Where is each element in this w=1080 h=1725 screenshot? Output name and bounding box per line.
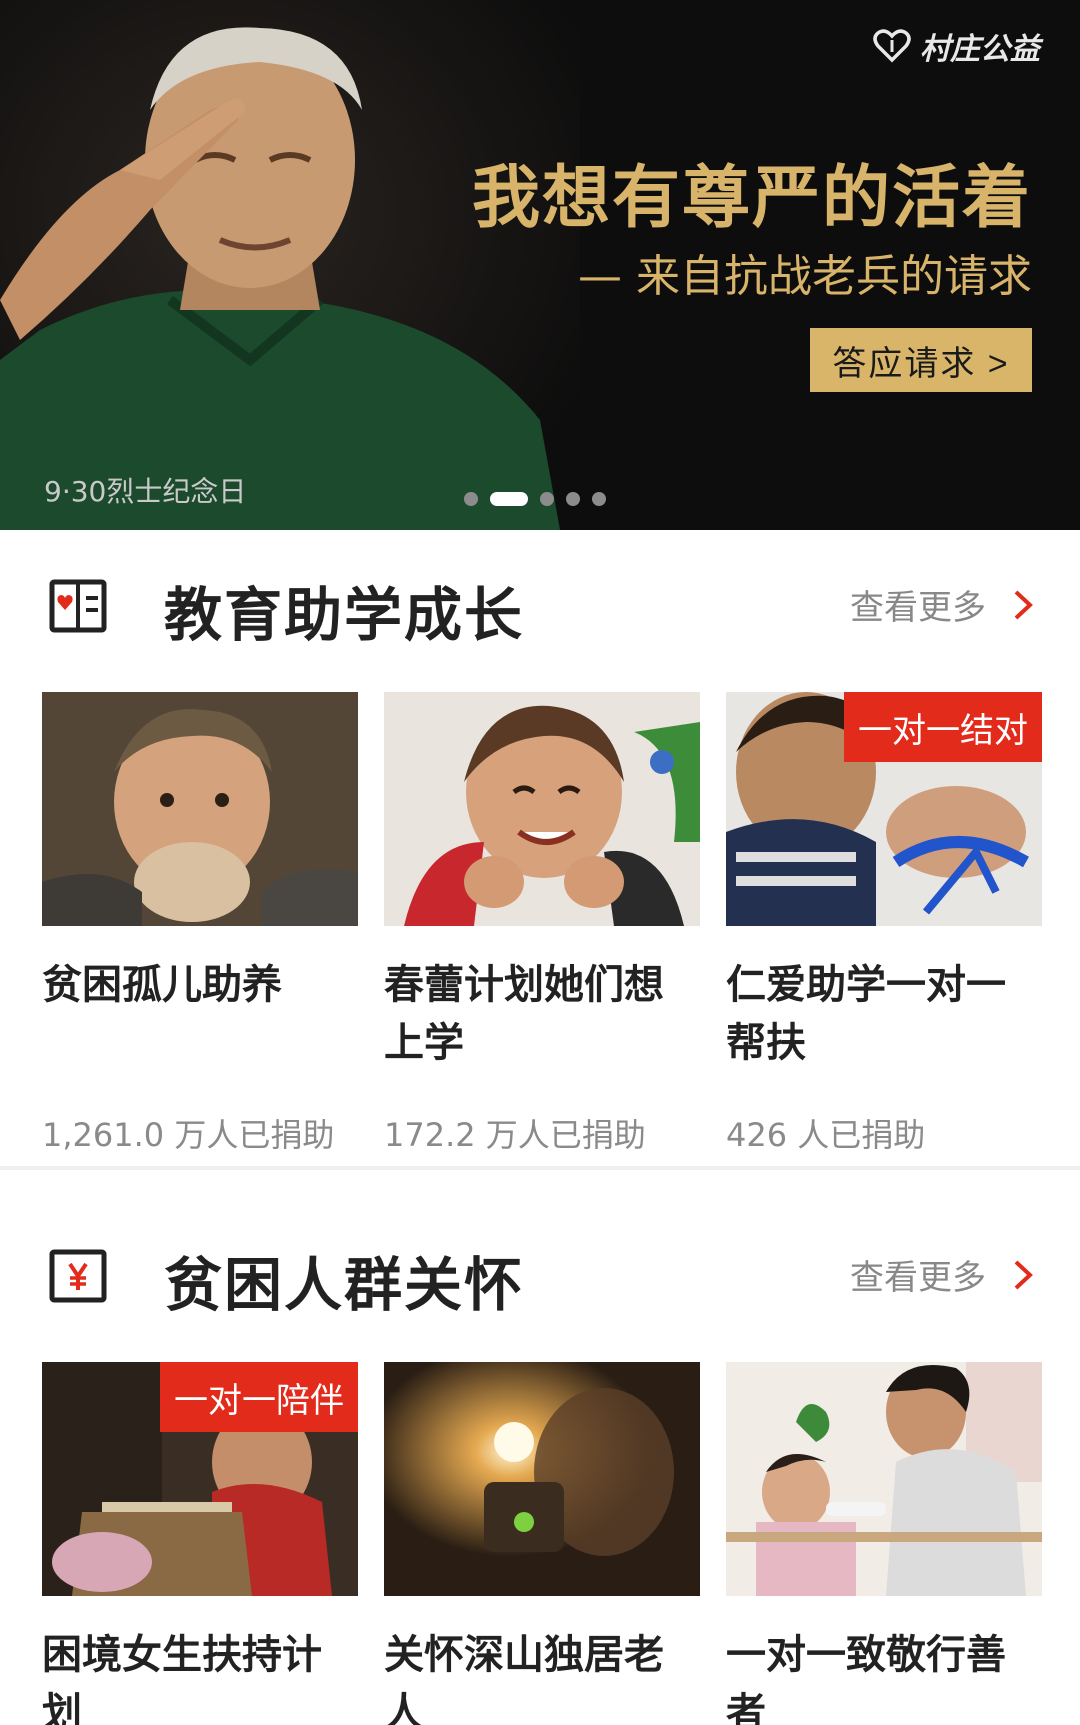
section-header: 贫困人群关怀 查看更多 <box>0 1216 1080 1336</box>
project-title: 关怀深山独居老人 <box>384 1632 664 1725</box>
banner-subline: — 来自抗战老兵的请求 <box>578 251 1032 302</box>
project-image <box>726 1362 1042 1596</box>
section-poverty-care: 贫困人群关怀 查看更多 一对一陪伴 困境女生扶持计划 关怀深山独居老人 一对一致… <box>0 1216 1080 1725</box>
brand-name: 村庄公益 <box>920 32 1040 67</box>
veteran-photo <box>0 0 580 530</box>
project-title: 春蕾计划她们想上学 <box>384 962 664 1066</box>
carousel-dot[interactable] <box>464 492 478 506</box>
section-divider <box>0 1166 1080 1170</box>
view-more-label: 查看更多 <box>850 588 986 628</box>
section-title: 贫困人群关怀 <box>164 1251 525 1319</box>
brand-logo: 村庄公益 <box>872 24 1040 68</box>
book-heart-icon <box>49 579 107 633</box>
section-education: 教育助学成长 查看更多 贫困孤儿助养 1,261.0 万人已捐助 春蕾计划她们想… <box>0 546 1080 1166</box>
carousel-dot[interactable] <box>592 492 606 506</box>
donor-count: 426 人已捐助 <box>726 1116 926 1154</box>
project-title: 仁爱助学一对一帮扶 <box>726 962 1006 1066</box>
donor-count: 172.2 万人已捐助 <box>384 1116 646 1154</box>
view-more-link[interactable]: 查看更多 <box>850 1250 1034 1299</box>
pairing-tag: 一对一结对 <box>844 692 1042 762</box>
carousel-dot-active[interactable] <box>490 492 528 506</box>
carousel-indicator[interactable] <box>464 492 606 506</box>
donor-count: 1,261.0 万人已捐助 <box>42 1116 335 1154</box>
chevron-right-icon <box>1014 1260 1033 1289</box>
heart-logo-icon <box>873 29 911 63</box>
project-title: 贫困孤儿助养 <box>42 962 282 1008</box>
section-header: 教育助学成长 查看更多 <box>0 546 1080 666</box>
project-title: 困境女生扶持计划 <box>42 1632 322 1725</box>
carousel-dot[interactable] <box>566 492 580 506</box>
project-title: 一对一致敬行善者 <box>726 1632 1006 1725</box>
chevron-right-icon <box>1014 590 1033 619</box>
carousel-dot[interactable] <box>540 492 554 506</box>
view-more-link[interactable]: 查看更多 <box>850 580 1034 629</box>
banner-headline: 我想有尊严的活着 <box>471 158 1032 238</box>
project-image <box>384 1362 700 1596</box>
section-title: 教育助学成长 <box>164 581 525 649</box>
hero-banner[interactable]: 村庄公益 我想有尊严的活着 — 来自抗战老兵的请求 答应请求 > 9·30烈士纪… <box>0 0 1080 530</box>
companion-tag: 一对一陪伴 <box>160 1362 358 1432</box>
yuan-box-icon <box>49 1249 107 1303</box>
project-image <box>384 692 700 926</box>
banner-caption: 9·30烈士纪念日 <box>44 475 247 508</box>
accept-request-button[interactable]: 答应请求 > <box>810 328 1032 392</box>
view-more-label: 查看更多 <box>850 1258 986 1298</box>
project-image <box>42 692 358 926</box>
